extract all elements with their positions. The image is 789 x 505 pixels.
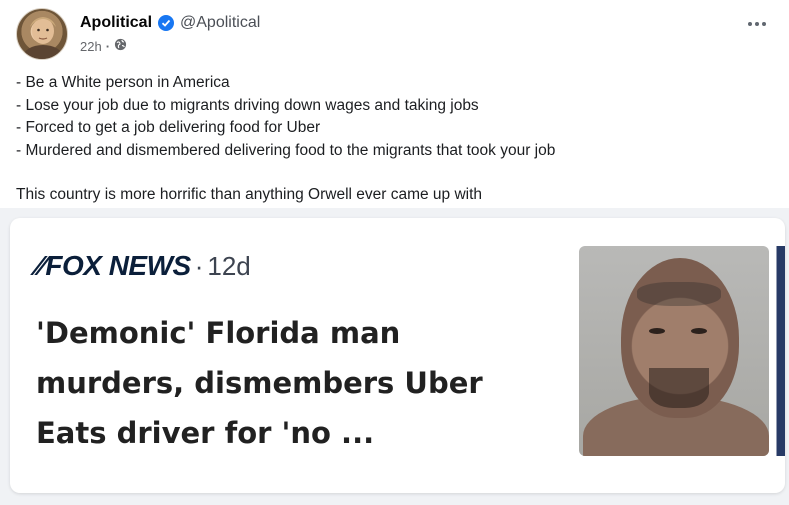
headline-line: Eats driver for 'no ... [36,416,375,450]
avatar-portrait-icon [23,17,63,59]
post-line: - Lose your job due to migrants driving … [16,96,479,114]
thumbnail-tattoo [637,282,721,306]
thumbnail-eye [649,328,665,334]
post-line-spacer [16,162,776,184]
post-line: - Murdered and dismembered delivering fo… [16,141,556,159]
author-line: Apolitical @Apolitical [80,14,260,32]
card-headline[interactable]: 'Demonic' Florida man murders, dismember… [36,308,536,458]
card-thumbnail[interactable] [579,246,769,456]
headline-line: 'Demonic' Florida man [36,316,401,350]
verified-badge-icon [158,15,175,31]
fox-news-logo: ⁄⁄FOX NEWS [36,250,191,281]
globe-icon [114,38,127,54]
meta-separator: · [105,38,111,54]
link-preview-card[interactable]: ⁄⁄FOX NEWS · 12d 'Demonic' Florida man m… [10,218,785,493]
headline-line: murders, dismembers Uber [36,366,483,400]
author-name[interactable]: Apolitical [80,14,152,32]
link-preview-area: ⁄⁄FOX NEWS · 12d 'Demonic' Florida man m… [0,208,789,505]
author-avatar[interactable] [16,8,68,60]
thumbnail-beard [649,368,709,408]
post-text: - Be a White person in America - Lose yo… [16,72,776,207]
post-line: - Forced to get a job delivering food fo… [16,119,321,136]
card-separator: · [194,251,204,281]
author-handle[interactable]: @Apolitical [180,14,260,32]
card-thumbnail-edge [771,246,785,456]
thumbnail-eye [691,328,707,334]
post-line: - Be a White person in America [16,74,230,91]
card-source-line: ⁄⁄FOX NEWS · 12d [36,250,251,282]
post-line: This country is more horrific than anyth… [16,186,483,203]
more-options-icon[interactable] [745,14,769,34]
post-timestamp[interactable]: 22h [80,39,102,54]
card-age: 12d [207,251,251,281]
post-meta: 22h · [80,38,127,54]
post-header: Apolitical @Apolitical 22h · [0,0,789,66]
